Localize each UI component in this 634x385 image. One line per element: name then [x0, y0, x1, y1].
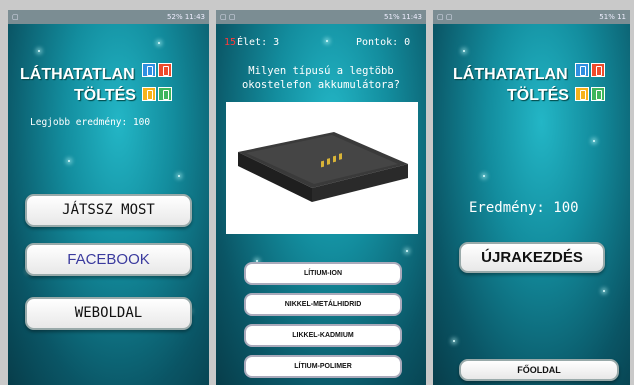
- answer-option[interactable]: LÍTIUM-POLIMER: [244, 355, 402, 378]
- result-screen: ▢ ▢ 51% 11 LÁTHATATLAN TÖLTÉS Eredmény: …: [433, 10, 630, 385]
- battery-tile-blue-icon: [142, 63, 156, 77]
- logo-line2: TÖLTÉS: [74, 87, 136, 104]
- logo-line2: TÖLTÉS: [507, 87, 569, 104]
- notification-icon: ▢ ▢: [220, 13, 236, 21]
- battery-tile-blue-icon: [575, 63, 589, 77]
- logo-line1: LÁTHATATLAN: [20, 66, 135, 83]
- battery-tile-green-icon: [158, 87, 172, 101]
- battery-tile-yellow-icon: [142, 87, 156, 101]
- battery-image-svg: [238, 132, 408, 202]
- lives: Élet: 3: [237, 37, 280, 48]
- menu-screen: ▢ 52% 11:43 LÁTHATATLAN TÖLTÉS Legjobb e…: [8, 10, 209, 385]
- best-score: Legjobb eredmény: 100: [30, 117, 151, 128]
- home-button[interactable]: FŐOLDAL: [459, 359, 619, 381]
- battery-tile-red-icon: [591, 63, 605, 77]
- quiz-screen: ▢ ▢ 51% 11:43 15 Élet: 3 Pontok: 0 Milye…: [216, 10, 426, 385]
- status-time: 51% 11: [599, 13, 626, 21]
- status-bar: ▢ ▢ 51% 11:43: [216, 10, 426, 24]
- answer-option[interactable]: LÍTIUM-ION: [244, 262, 402, 285]
- status-time: 51% 11:43: [384, 13, 422, 21]
- status-time: 52% 11:43: [167, 13, 205, 21]
- play-button[interactable]: JÁTSSZ MOST: [25, 194, 192, 227]
- notification-icon: ▢ ▢: [437, 13, 453, 21]
- facebook-button[interactable]: FACEBOOK: [25, 243, 192, 276]
- score: Eredmény: 100: [469, 200, 579, 216]
- answer-option[interactable]: LIKKEL-KADMIUM: [244, 324, 402, 347]
- question: Milyen típusú a legtöbb okostelefon akku…: [241, 65, 401, 91]
- website-button[interactable]: WEBOLDAL: [25, 297, 192, 330]
- timer: 15: [224, 37, 237, 48]
- logo-line1: LÁTHATATLAN: [453, 66, 568, 83]
- battery-tile-green-icon: [591, 87, 605, 101]
- battery-tile-yellow-icon: [575, 87, 589, 101]
- status-bar: ▢ ▢ 51% 11: [433, 10, 630, 24]
- answer-option[interactable]: NIKKEL-METÁLHIDRID: [244, 293, 402, 316]
- status-bar: ▢ 52% 11:43: [8, 10, 209, 24]
- battery-image: [226, 102, 418, 234]
- restart-button[interactable]: ÚJRAKEZDÉS: [459, 242, 605, 273]
- battery-tile-red-icon: [158, 63, 172, 77]
- notification-icon: ▢: [12, 13, 19, 21]
- points: Pontok: 0: [356, 37, 411, 48]
